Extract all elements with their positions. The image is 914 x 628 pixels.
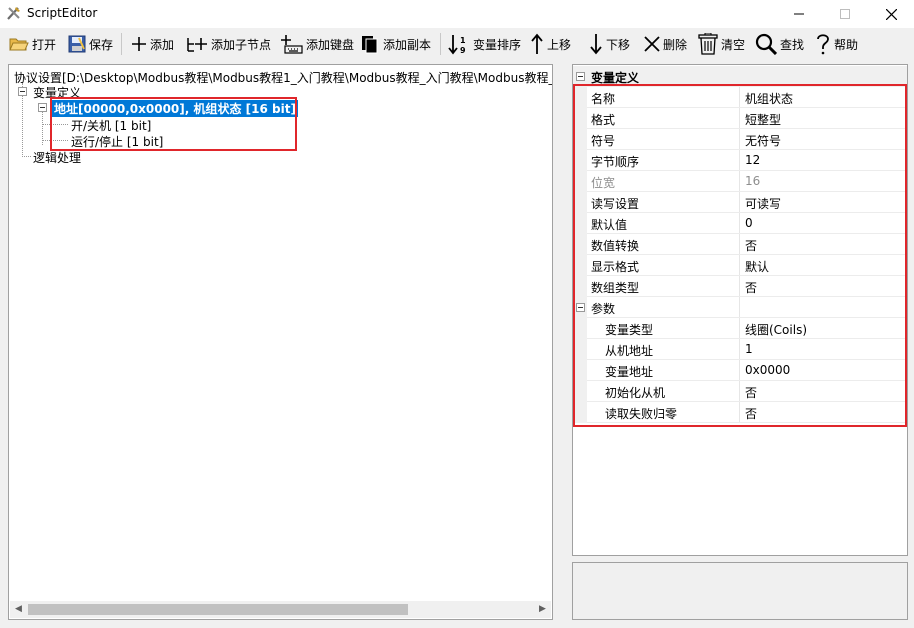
delete-x-icon xyxy=(644,36,660,52)
open-button[interactable]: 打开 xyxy=(9,31,56,57)
add-keyboard-label: 添加键盘 xyxy=(306,37,355,52)
help-button[interactable]: 帮助 xyxy=(815,31,858,57)
add-child-node-icon xyxy=(187,38,207,52)
clear-label: 清空 xyxy=(721,37,746,52)
search-icon xyxy=(755,33,777,55)
maximize-icon xyxy=(840,9,850,19)
svg-text:1: 1 xyxy=(460,36,466,45)
plus-icon xyxy=(132,37,146,51)
arrow-down-icon xyxy=(590,34,602,55)
delete-button[interactable]: 删除 xyxy=(644,31,687,57)
svg-text:9: 9 xyxy=(460,46,466,55)
help-label: 帮助 xyxy=(834,37,859,52)
move-up-button[interactable]: 上移 xyxy=(530,31,571,57)
toolbar-separator xyxy=(121,33,122,55)
title-bar: ScriptEditor xyxy=(0,0,914,28)
collapse-category-toggle[interactable] xyxy=(576,72,585,81)
find-button[interactable]: 查找 xyxy=(755,31,804,57)
highlight-box-properties xyxy=(573,84,907,427)
scroll-right-icon[interactable]: ▶ xyxy=(537,604,548,615)
open-folder-icon xyxy=(9,38,29,51)
collapse-address-node-toggle[interactable] xyxy=(38,103,47,112)
minimize-icon xyxy=(794,13,804,15)
tree-node-logic[interactable]: 逻辑处理 xyxy=(33,149,81,166)
description-panel xyxy=(572,562,908,620)
save-button[interactable]: 保存 xyxy=(68,31,113,57)
move-up-label: 上移 xyxy=(547,37,572,52)
question-mark-icon xyxy=(817,34,829,55)
find-label: 查找 xyxy=(780,37,805,52)
add-button[interactable]: 添加 xyxy=(131,31,174,57)
toolbar: 打开 保存 添加 添加子节点 添加键盘 添加副本 1 9 变量排序 上移 下移 … xyxy=(0,28,914,60)
horizontal-scrollbar[interactable]: ◀ ▶ xyxy=(10,601,551,618)
scroll-left-icon[interactable]: ◀ xyxy=(13,604,24,615)
arrow-up-icon xyxy=(531,33,543,54)
add-label: 添加 xyxy=(150,37,175,52)
toolbar-separator xyxy=(440,33,441,55)
close-icon xyxy=(885,8,897,20)
add-child-label: 添加子节点 xyxy=(211,37,272,52)
delete-label: 删除 xyxy=(663,37,688,52)
sort-variables-label: 变量排序 xyxy=(473,37,522,52)
close-button[interactable] xyxy=(868,0,914,28)
tree-connector xyxy=(22,156,31,157)
scrollbar-thumb[interactable] xyxy=(28,604,408,615)
trash-can-icon xyxy=(698,33,718,55)
add-child-button[interactable]: 添加子节点 xyxy=(186,31,271,57)
copy-document-icon xyxy=(362,36,378,54)
collapse-var-def-toggle[interactable] xyxy=(18,87,27,96)
open-label: 打开 xyxy=(32,37,57,52)
add-keyboard-button[interactable]: 添加键盘 xyxy=(279,31,354,57)
property-grid: 变量定义 名称 机组状态 格式 短整型 符号 无符号 字节顺序 12 位宽 16 读写设置 可读写 默认… xyxy=(572,64,908,556)
maximize-button[interactable] xyxy=(822,0,868,28)
save-disk-icon xyxy=(68,35,86,53)
move-down-label: 下移 xyxy=(606,37,631,52)
tree-panel[interactable]: 协议设置[D:\Desktop\Modbus教程\Modbus教程1_入门教程\… xyxy=(8,64,553,620)
add-keyboard-icon xyxy=(281,35,303,54)
add-copy-label: 添加副本 xyxy=(383,37,432,52)
tree-root-node[interactable]: 协议设置[D:\Desktop\Modbus教程\Modbus教程1_入门教程\… xyxy=(14,69,552,86)
highlight-box-tree xyxy=(50,97,297,151)
script-editor-app-icon xyxy=(7,7,20,20)
save-label: 保存 xyxy=(89,37,114,52)
sort-icon: 1 9 xyxy=(448,35,466,55)
minimize-button[interactable] xyxy=(776,0,822,28)
window-title: ScriptEditor xyxy=(27,6,98,20)
add-copy-button[interactable]: 添加副本 xyxy=(360,31,431,57)
sort-variables-button[interactable]: 1 9 变量排序 xyxy=(448,31,521,57)
clear-button[interactable]: 清空 xyxy=(698,31,745,57)
move-down-button[interactable]: 下移 xyxy=(589,31,630,57)
